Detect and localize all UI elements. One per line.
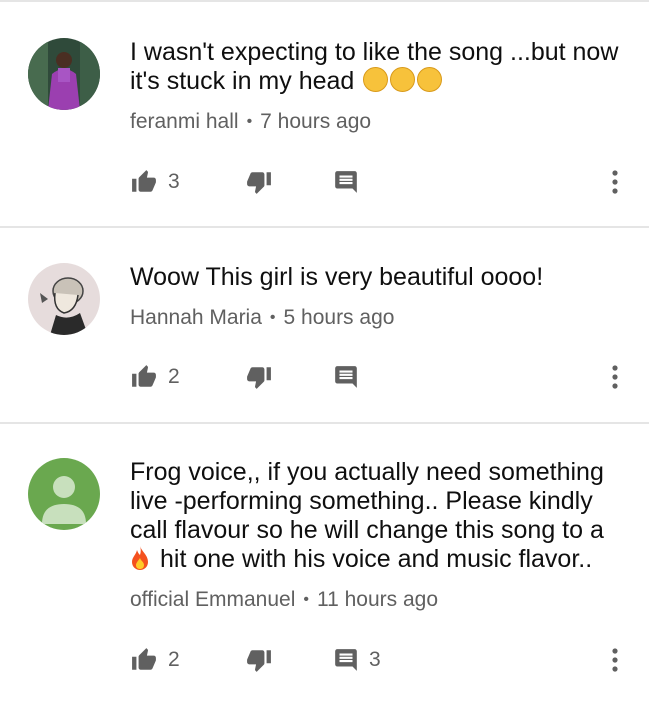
reply-button[interactable]: 3 — [333, 647, 533, 673]
fire-emoji — [132, 546, 148, 570]
comment-text: I wasn't expecting to like the song ...b… — [130, 38, 619, 95]
like-button[interactable]: 2 — [130, 647, 245, 673]
comment-line: call flavour so he will change this song… — [130, 516, 604, 544]
dislike-button[interactable] — [245, 364, 333, 390]
more-vertical-icon — [612, 365, 618, 389]
comment-line: hit one with his voice and music flavor.… — [160, 545, 593, 573]
comment-time: 5 hours ago — [283, 306, 395, 329]
more-vertical-icon — [612, 648, 618, 672]
comment-meta: feranmi hall • 7 hours ago — [130, 110, 620, 134]
meta-separator: • — [303, 591, 309, 608]
default-avatar-green — [28, 458, 100, 530]
more-options-button[interactable] — [600, 361, 630, 393]
comment-text: Frog voice,, if you actually need someth… — [130, 458, 620, 574]
user-avatar[interactable] — [28, 38, 100, 110]
meta-separator: • — [269, 309, 276, 326]
thumbs-up-icon — [132, 170, 156, 192]
comment-item: I wasn't expecting to like the song ...b… — [0, 0, 649, 226]
like-button[interactable]: 2 — [130, 364, 245, 390]
author-name[interactable]: feranmi hall — [130, 110, 239, 134]
comment-text: Woow This girl is very beautiful oooo! — [130, 263, 544, 291]
like-count: 3 — [168, 170, 180, 193]
reply-count: 3 — [369, 648, 381, 671]
comment-line: Frog voice,, if you actually need someth… — [130, 458, 604, 486]
comment-meta: Hannah Maria • 5 hours ago — [130, 306, 620, 330]
reply-comment-icon — [335, 366, 357, 388]
reply-button[interactable] — [333, 169, 533, 195]
reply-comment-icon — [335, 649, 357, 671]
comment-item: Frog voice,, if you actually need someth… — [0, 424, 649, 720]
like-count: 2 — [168, 648, 180, 671]
like-button[interactable]: 3 — [130, 169, 245, 195]
comment-meta: official Emmanuel • 11 hours ago — [130, 588, 620, 612]
comment-time: 7 hours ago — [260, 110, 372, 133]
thumbs-down-icon — [247, 172, 271, 194]
comment-time: 11 hours ago — [316, 588, 439, 611]
relieved-face-emoji — [390, 67, 416, 92]
author-name[interactable]: Hannah Maria — [130, 306, 262, 330]
more-vertical-icon — [612, 170, 618, 194]
comment-item: Woow This girl is very beautiful oooo! H… — [0, 228, 649, 422]
thumbs-down-icon — [247, 367, 271, 389]
user-avatar[interactable] — [28, 458, 100, 530]
reply-button[interactable] — [333, 364, 533, 390]
more-options-button[interactable] — [600, 644, 630, 676]
user-avatar[interactable] — [28, 263, 100, 335]
thumbs-up-icon — [132, 648, 156, 670]
comment-line: live -performing something.. Please kind… — [130, 487, 593, 515]
relieved-face-emoji — [363, 67, 389, 92]
meta-separator: • — [246, 113, 253, 130]
more-options-button[interactable] — [600, 166, 630, 198]
sketch-avatar-man — [28, 263, 100, 335]
photo-avatar-purple-dress — [28, 38, 100, 110]
thumbs-down-icon — [247, 650, 271, 672]
dislike-button[interactable] — [245, 647, 333, 673]
thumbs-up-icon — [132, 365, 156, 387]
relieved-face-emoji — [417, 67, 443, 92]
dislike-button[interactable] — [245, 169, 333, 195]
like-count: 2 — [168, 365, 180, 388]
reply-comment-icon — [335, 171, 357, 193]
author-name[interactable]: official Emmanuel — [130, 588, 295, 612]
